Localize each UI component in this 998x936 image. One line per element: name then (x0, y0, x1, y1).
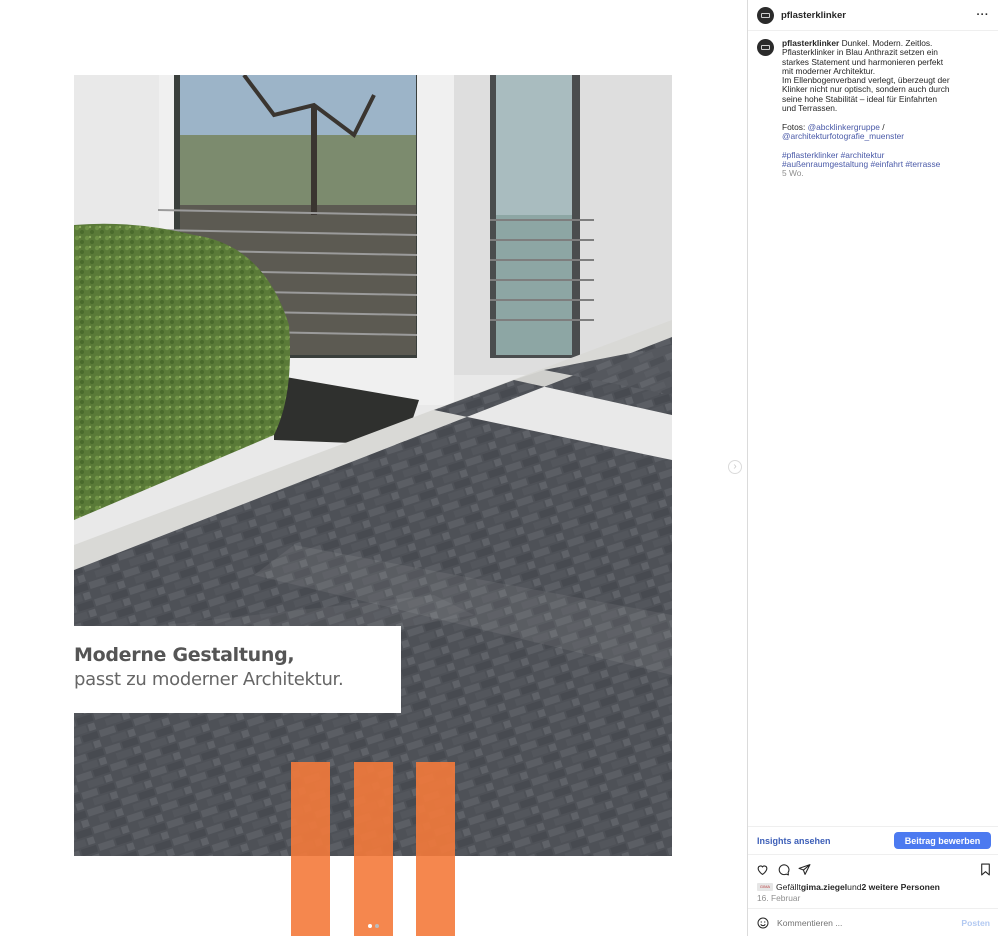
insights-link[interactable]: Insights ansehen (757, 836, 831, 846)
promote-post-button[interactable]: Beitrag bewerben (894, 832, 991, 849)
post-caption: pflasterklinker Dunkel. Modern. Zeitlos.… (782, 38, 988, 826)
post-comment-button[interactable]: Posten (961, 918, 990, 928)
avatar[interactable] (757, 39, 774, 56)
carousel-dots (368, 924, 380, 930)
insights-row: Insights ansehen Beitrag bewerben (748, 826, 998, 855)
likes-prefix: Gefällt (776, 882, 801, 892)
more-horizontal-icon[interactable]: ··· (977, 9, 990, 21)
avatar[interactable] (757, 6, 774, 24)
likes-summary: GIMA Gefällt gima.ziegel und 2 weitere P… (757, 882, 940, 892)
accent-bar (354, 762, 393, 936)
caption-line: und Terrassen. (782, 103, 838, 114)
chevron-right-icon[interactable]: › (728, 460, 742, 474)
image-headline-box: Moderne Gestaltung, passt zu moderner Ar… (74, 626, 401, 713)
likes-middle: und (847, 882, 862, 892)
share-icon[interactable] (798, 863, 811, 876)
accent-bar (416, 762, 455, 936)
hashtag-links[interactable]: #außenraumgestaltung #einfahrt #terrasse (782, 159, 988, 169)
heart-icon[interactable] (756, 863, 769, 876)
caption-area: pflasterklinker Dunkel. Modern. Zeitlos.… (748, 31, 998, 826)
image-subline: passt zu moderner Architektur. (74, 669, 344, 690)
liker-avatar[interactable]: GIMA (757, 883, 773, 891)
comment-input[interactable] (777, 917, 962, 928)
image-headline: Moderne Gestaltung, (74, 644, 295, 666)
mention-link[interactable]: @architekturfotografie_muenster (782, 131, 988, 141)
emoji-icon[interactable] (757, 917, 769, 929)
header-username[interactable]: pflasterklinker (781, 10, 977, 21)
post-actions (756, 861, 992, 877)
post-header: pflasterklinker ··· (748, 0, 998, 31)
post-age[interactable]: 5 Wo. (782, 168, 988, 178)
liker-username[interactable]: gima.ziegel (801, 882, 847, 892)
post-media: Moderne Gestaltung, passt zu moderner Ar… (0, 0, 748, 936)
comment-icon[interactable] (777, 863, 790, 876)
carousel-dot[interactable] (375, 924, 379, 928)
bookmark-icon[interactable] (979, 863, 992, 876)
accent-bar (291, 762, 330, 936)
likes-others-link[interactable]: 2 weitere Personen (862, 882, 940, 892)
post-sidebar: pflasterklinker ··· pflasterklinker Dunk… (747, 0, 998, 936)
carousel-dot[interactable] (368, 924, 372, 928)
house-photo-illustration (74, 75, 672, 856)
comment-row: Posten (748, 908, 998, 936)
post-date: 16. Februar (757, 893, 801, 903)
post-photo (74, 75, 672, 856)
